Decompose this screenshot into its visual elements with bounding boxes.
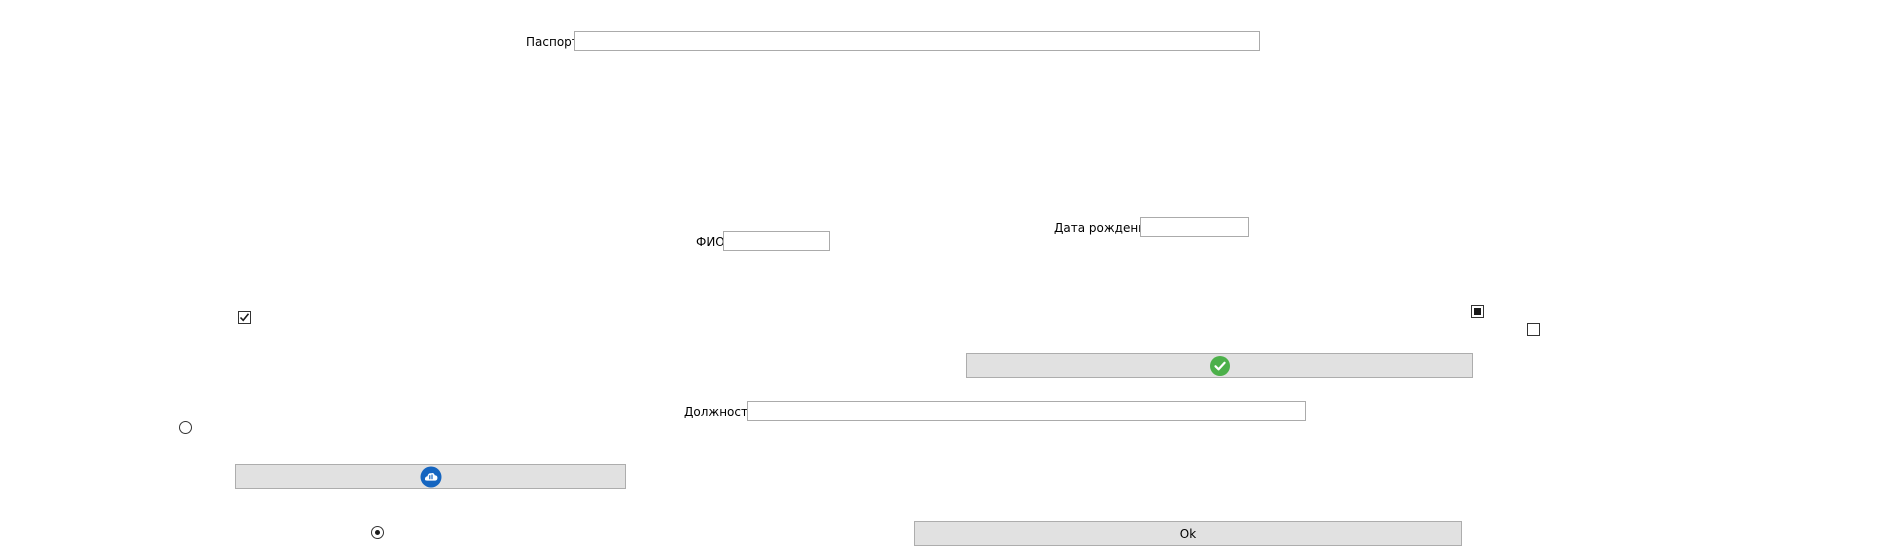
checkbox-checked[interactable]: [238, 311, 251, 324]
confirm-button[interactable]: [966, 353, 1473, 378]
radio-dot: [375, 530, 380, 535]
passport-input[interactable]: [574, 31, 1260, 51]
position-label: Должность: [684, 405, 756, 419]
checkmark-icon: [239, 313, 250, 322]
radio-checked[interactable]: [371, 526, 384, 539]
fio-input[interactable]: [723, 231, 830, 251]
checkbox-indeterminate[interactable]: [1471, 305, 1484, 318]
position-input[interactable]: [747, 401, 1306, 421]
radio-unchecked[interactable]: [179, 421, 192, 434]
fio-label: ФИО: [696, 235, 725, 249]
passport-label: Паспорт: [526, 35, 579, 49]
cloud-app-button[interactable]: [235, 464, 626, 489]
blue-cloud-app-icon: [420, 466, 441, 487]
green-checkmark-icon: [1209, 355, 1230, 376]
checkbox-unchecked[interactable]: [1527, 323, 1540, 336]
indeterminate-fill: [1474, 308, 1481, 315]
birth-date-input[interactable]: [1140, 217, 1249, 237]
ok-button[interactable]: Ok: [914, 521, 1462, 546]
birth-date-label: Дата рождения: [1054, 221, 1154, 235]
